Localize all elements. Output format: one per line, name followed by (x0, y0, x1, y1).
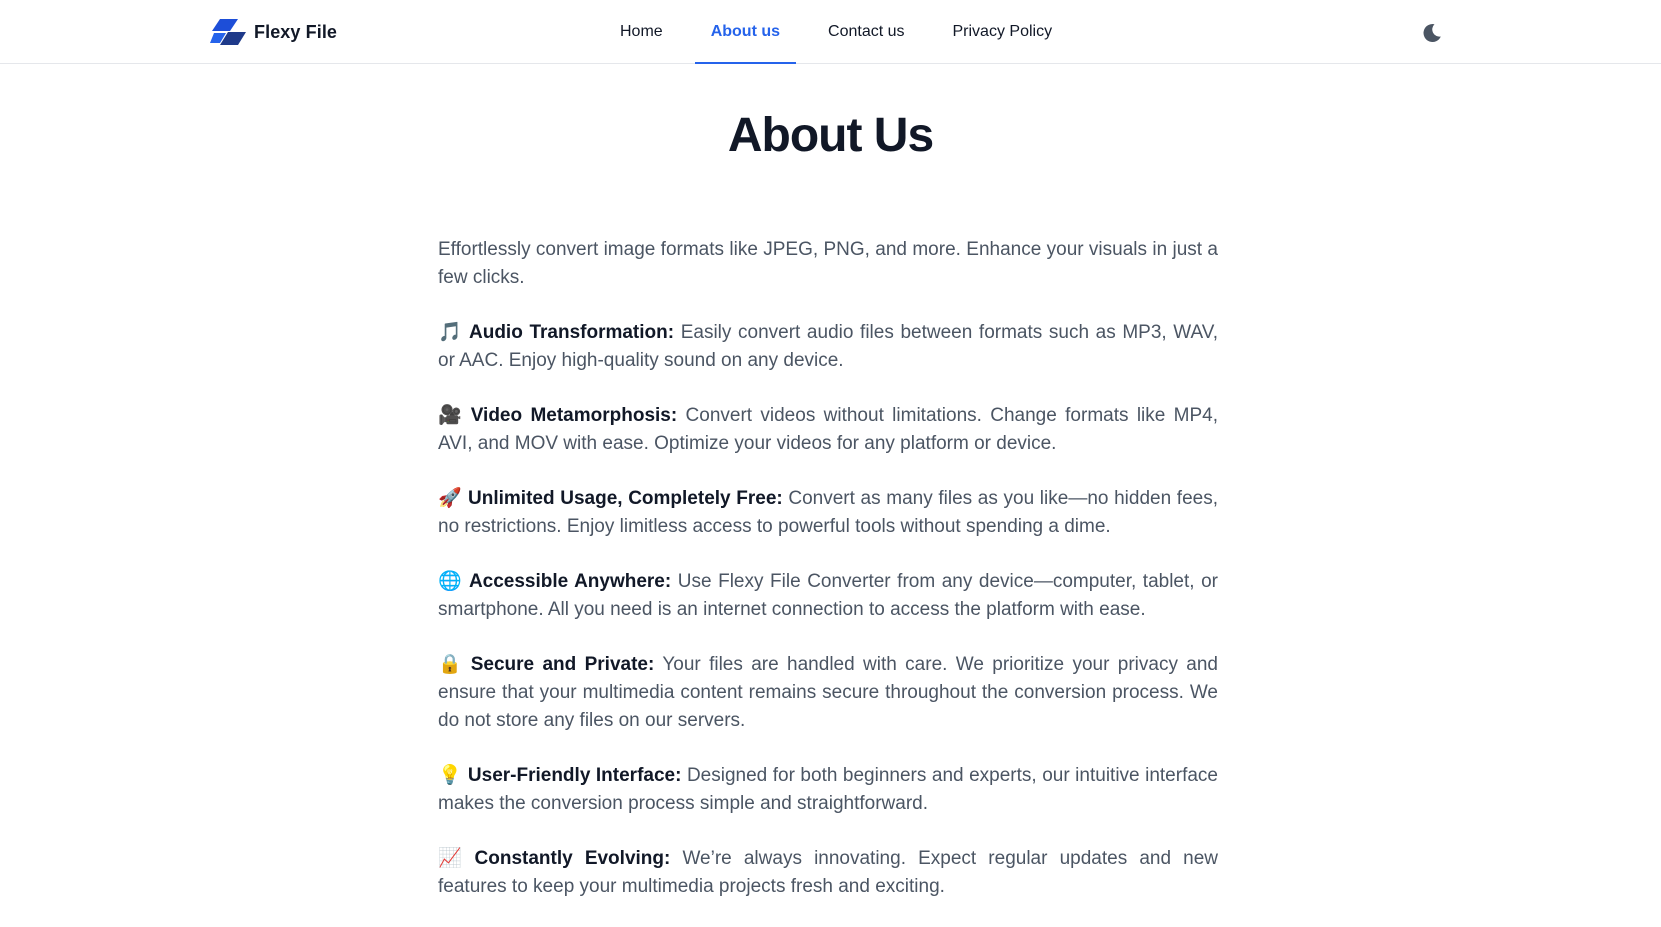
lock-icon: 🔒 (438, 653, 465, 675)
moon-icon (1423, 23, 1441, 42)
rocket-icon: 🚀 (438, 487, 463, 509)
page-title: About Us (727, 109, 934, 162)
nav-about-us[interactable]: About us (687, 0, 804, 64)
nav-home[interactable]: Home (596, 0, 687, 64)
nav-privacy-policy[interactable]: Privacy Policy (929, 0, 1077, 64)
feature-user-friendly: 💡 User-Friendly Interface: Designed for b… (438, 761, 1218, 818)
feature-accessible: 🌐 Accessible Anywhere: Use Flexy File Con… (438, 567, 1218, 624)
feature-unlimited: 🚀 Unlimited Usage, Completely Free: Conve… (438, 484, 1218, 541)
movie-camera-icon: 🎥 (438, 404, 465, 426)
flexy-file-logo-icon (210, 18, 248, 46)
navbar: Flexy File Home About us Contact us Priv… (0, 0, 1661, 64)
feature-title: Unlimited Usage, Completely Free: (468, 488, 783, 509)
about-content: Effortlessly convert image formats like … (438, 236, 1218, 927)
theme-toggle-button[interactable] (1419, 20, 1445, 46)
feature-audio: 🎵 Audio Transformation: Easily convert au… (438, 318, 1218, 375)
brand-name: Flexy File (254, 21, 338, 42)
feature-title: Constantly Evolving: (474, 848, 671, 869)
feature-evolving: 📈 Constantly Evolving: We’re always innov… (438, 844, 1218, 901)
feature-title: Secure and Private: (470, 654, 655, 675)
musical-note-icon: 🎵 (438, 321, 463, 343)
light-bulb-icon: 💡 (438, 764, 462, 786)
chart-increasing-icon: 📈 (438, 847, 469, 869)
globe-icon: 🌐 (438, 570, 463, 592)
feature-video: 🎥 Video Metamorphosis: Convert videos wit… (438, 401, 1218, 458)
feature-secure: 🔒 Secure and Private: Your files are hand… (438, 650, 1218, 735)
feature-title: Audio Transformation: (469, 322, 675, 343)
feature-title: Video Metamorphosis: (470, 405, 678, 426)
brand-link[interactable]: Flexy File (210, 17, 337, 47)
nav-contact-us[interactable]: Contact us (804, 0, 928, 64)
feature-title: User-Friendly Interface: (467, 765, 682, 786)
intro-paragraph: Effortlessly convert image formats like … (438, 239, 1218, 288)
feature-title: Accessible Anywhere: (468, 571, 672, 592)
main-nav: Home About us Contact us Privacy Policy (596, 0, 1076, 64)
